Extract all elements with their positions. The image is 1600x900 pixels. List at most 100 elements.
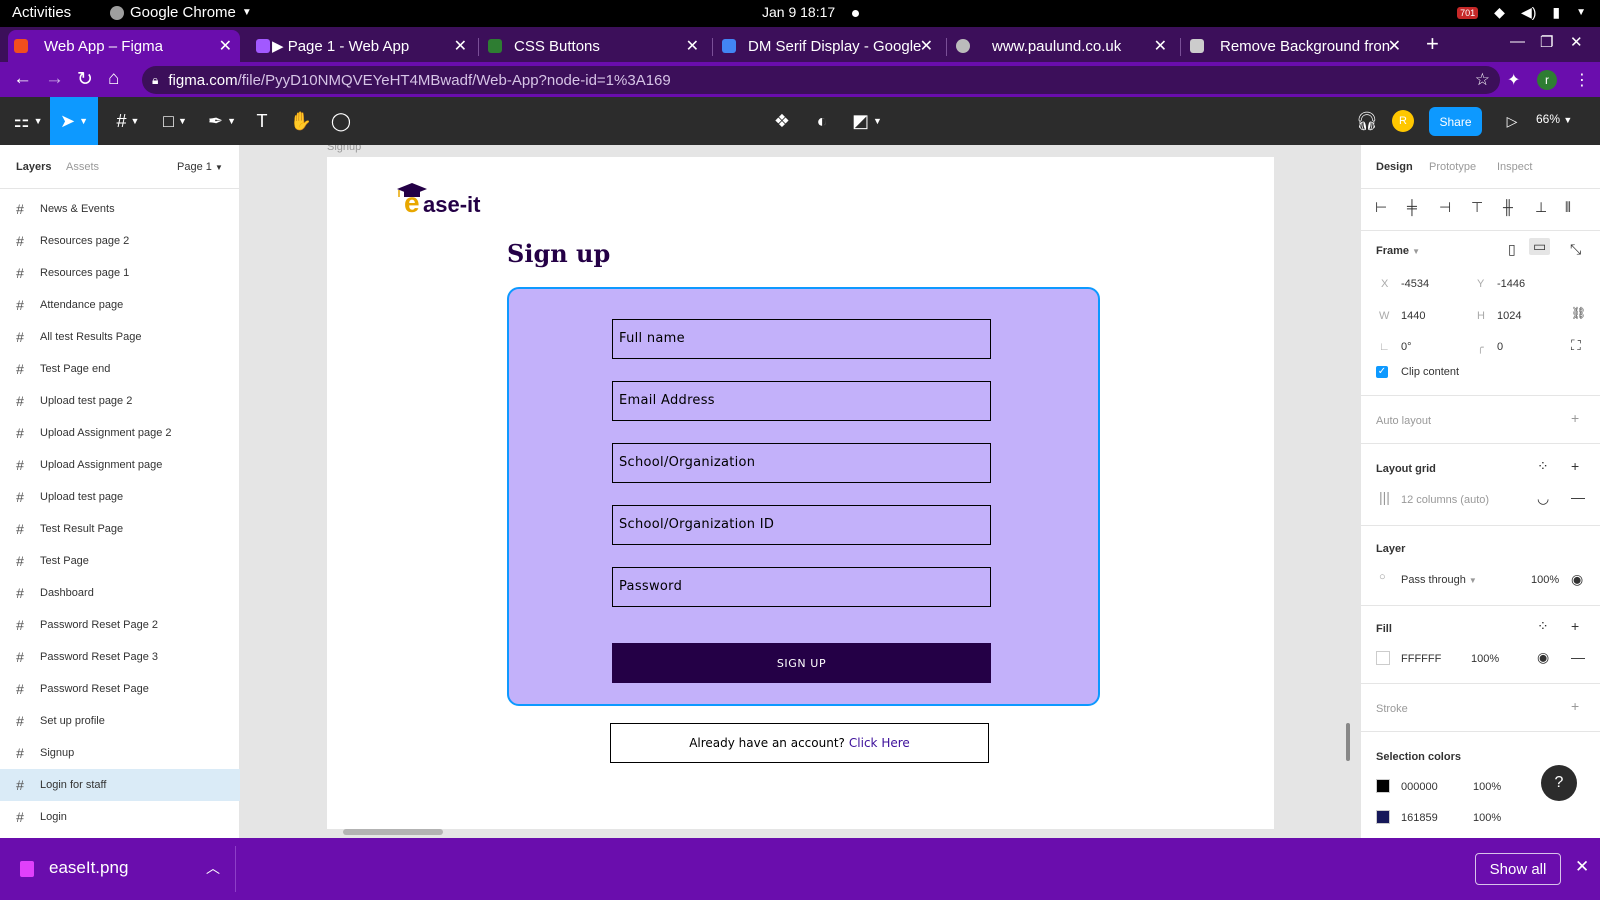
hidden-eye-icon[interactable]: ◡ [1537, 490, 1549, 507]
landscape-icon[interactable]: ▭ [1529, 238, 1551, 255]
selection-color-opacity[interactable]: 100% [1473, 781, 1501, 793]
restore-button[interactable]: ❐ [1540, 33, 1553, 51]
fill-styles-icon[interactable]: ⁘ [1537, 618, 1549, 635]
layer-item[interactable]: # Password Reset Page 3 [0, 641, 240, 673]
independent-corners-icon[interactable]: ⛶ [1571, 337, 1581, 354]
w-input[interactable]: 1440 [1401, 310, 1425, 322]
home-icon[interactable]: ⌂ [108, 68, 119, 90]
selection-color-swatch[interactable] [1376, 779, 1390, 793]
layer-item[interactable]: # Upload Assignment page 2 [0, 417, 240, 449]
layer-item[interactable]: # Resources page 2 [0, 225, 240, 257]
add-auto-layout-icon[interactable]: + [1571, 410, 1579, 426]
layer-item[interactable]: # News & Events [0, 193, 240, 225]
shape-tool-button[interactable]: □ ▼ [155, 97, 195, 145]
grid-styles-icon[interactable]: ⁘ [1537, 458, 1549, 475]
grid-value[interactable]: 12 columns (auto) [1401, 494, 1489, 506]
canvas[interactable]: Signup e ase-it Sign up Full name Email … [240, 145, 1360, 838]
frame-section-title[interactable]: Frame ▼ [1376, 245, 1420, 257]
close-icon[interactable]: ✕ [1388, 36, 1401, 56]
layer-item[interactable]: # Upload test page 2 [0, 385, 240, 417]
layer-item[interactable]: # Resources page 1 [0, 257, 240, 289]
browser-tab[interactable]: www.paulund.co.uk ✕ [950, 30, 1175, 62]
signup-frame[interactable]: e ase-it Sign up Full name Email Address… [327, 157, 1274, 829]
mask-button[interactable]: ◐ [810, 97, 834, 145]
comment-tool-button[interactable]: ◯ [329, 97, 353, 145]
layer-item[interactable]: # Login [0, 801, 240, 833]
forward-icon[interactable]: → [45, 68, 64, 90]
activities-button[interactable]: Activities [12, 4, 71, 21]
fill-hex-input[interactable]: FFFFFF [1401, 653, 1441, 665]
more-menu-icon[interactable]: ⋮ [1574, 70, 1590, 90]
remove-grid-icon[interactable]: — [1571, 489, 1585, 505]
layer-item[interactable]: # Attendance page [0, 289, 240, 321]
layer-item[interactable]: # Login for staff [0, 769, 240, 801]
tab-prototype[interactable]: Prototype [1429, 161, 1476, 173]
layer-item[interactable]: # Test Page end [0, 353, 240, 385]
tab-inspect[interactable]: Inspect [1497, 161, 1532, 173]
minimize-button[interactable]: — [1510, 33, 1525, 50]
layer-item[interactable]: # Dashboard [0, 577, 240, 609]
layer-item[interactable]: # Signup [0, 737, 240, 769]
components-button[interactable]: ❖ [770, 97, 794, 145]
close-icon[interactable]: ✕ [454, 36, 467, 56]
browser-tab[interactable]: ▶ Page 1 - Web App ✕ [250, 30, 475, 62]
align-top-icon[interactable]: ⊤ [1471, 199, 1483, 216]
selection-color-swatch[interactable] [1376, 810, 1390, 824]
eye-icon[interactable]: ◉ [1571, 571, 1583, 588]
page-selector[interactable]: Page 1 ▼ [177, 161, 223, 173]
login-link[interactable]: Click Here [849, 736, 910, 750]
close-icon[interactable]: ✕ [686, 36, 699, 56]
clock[interactable]: Jan 9 18:17 [762, 4, 835, 20]
layer-item[interactable]: # Test Result Page [0, 513, 240, 545]
layer-item[interactable]: # Upload Assignment page [0, 449, 240, 481]
selection-color-hex[interactable]: 161859 [1401, 812, 1438, 824]
layer-item[interactable]: # Password Reset Page 2 [0, 609, 240, 641]
tray-badge[interactable]: 701 [1457, 6, 1479, 19]
browser-tab[interactable]: DM Serif Display - Google ✕ [716, 30, 941, 62]
full-name-field[interactable]: Full name [612, 319, 991, 359]
system-tray[interactable]: 701 ◆ ◀) ▮ ▼ [1457, 4, 1586, 21]
back-icon[interactable]: ← [13, 68, 32, 90]
align-right-icon[interactable]: ⊣ [1439, 199, 1451, 216]
lock-icon[interactable]: 🔒︎ [152, 73, 158, 88]
school-id-field[interactable]: School/Organization ID [612, 505, 991, 545]
constrain-proportions-icon[interactable]: ⛓ [1571, 306, 1586, 320]
close-icon[interactable]: ✕ [1575, 857, 1589, 877]
new-tab-button[interactable]: + [1426, 31, 1439, 57]
close-icon[interactable]: ✕ [920, 36, 933, 56]
clip-content-checkbox[interactable]: ✓ [1376, 366, 1388, 378]
present-button[interactable]: ▷ [1500, 97, 1524, 145]
align-center-v-icon[interactable]: ╫ [1503, 199, 1513, 215]
align-bottom-icon[interactable]: ⊥ [1535, 199, 1547, 216]
audio-button[interactable]: 🎧︎ [1355, 97, 1379, 145]
signup-button[interactable]: SIGN UP [612, 643, 991, 683]
blend-mode-select[interactable]: Pass through ▼ [1401, 574, 1477, 586]
layer-opacity-input[interactable]: 100% [1531, 574, 1559, 586]
layer-item[interactable]: # Test Page [0, 545, 240, 577]
fill-opacity-input[interactable]: 100% [1471, 653, 1499, 665]
avatar[interactable]: R [1392, 110, 1414, 132]
remove-fill-icon[interactable]: — [1571, 649, 1585, 665]
reload-icon[interactable]: ↻ [77, 68, 93, 91]
profile-avatar[interactable]: r [1537, 70, 1557, 90]
resize-to-fit-icon[interactable]: ⤡ [1570, 241, 1581, 258]
share-button[interactable]: Share [1429, 107, 1482, 136]
fill-swatch[interactable] [1376, 651, 1390, 665]
distribute-icon[interactable]: ⫴ [1565, 199, 1571, 216]
tab-layers[interactable]: Layers [16, 161, 51, 173]
help-button[interactable]: ? [1541, 765, 1577, 801]
text-tool-button[interactable]: T [250, 97, 274, 145]
add-layout-grid-icon[interactable]: + [1571, 458, 1579, 474]
selection-color-opacity[interactable]: 100% [1473, 812, 1501, 824]
school-field[interactable]: School/Organization [612, 443, 991, 483]
move-tool-button[interactable]: ➤ ▼ [50, 97, 98, 145]
download-item[interactable]: easeIt.png [49, 858, 128, 878]
horizontal-scrollbar[interactable] [343, 829, 443, 835]
portrait-icon[interactable]: ▯ [1508, 241, 1516, 258]
pen-tool-button[interactable]: ✒ ▼ [202, 97, 242, 145]
frame-tool-button[interactable]: # ▼ [108, 97, 148, 145]
selection-color-hex[interactable]: 000000 [1401, 781, 1438, 793]
login-prompt[interactable]: Already have an account? Click Here [610, 723, 989, 763]
layer-item[interactable]: # Set up profile [0, 705, 240, 737]
layer-item[interactable]: # Upload test page [0, 481, 240, 513]
